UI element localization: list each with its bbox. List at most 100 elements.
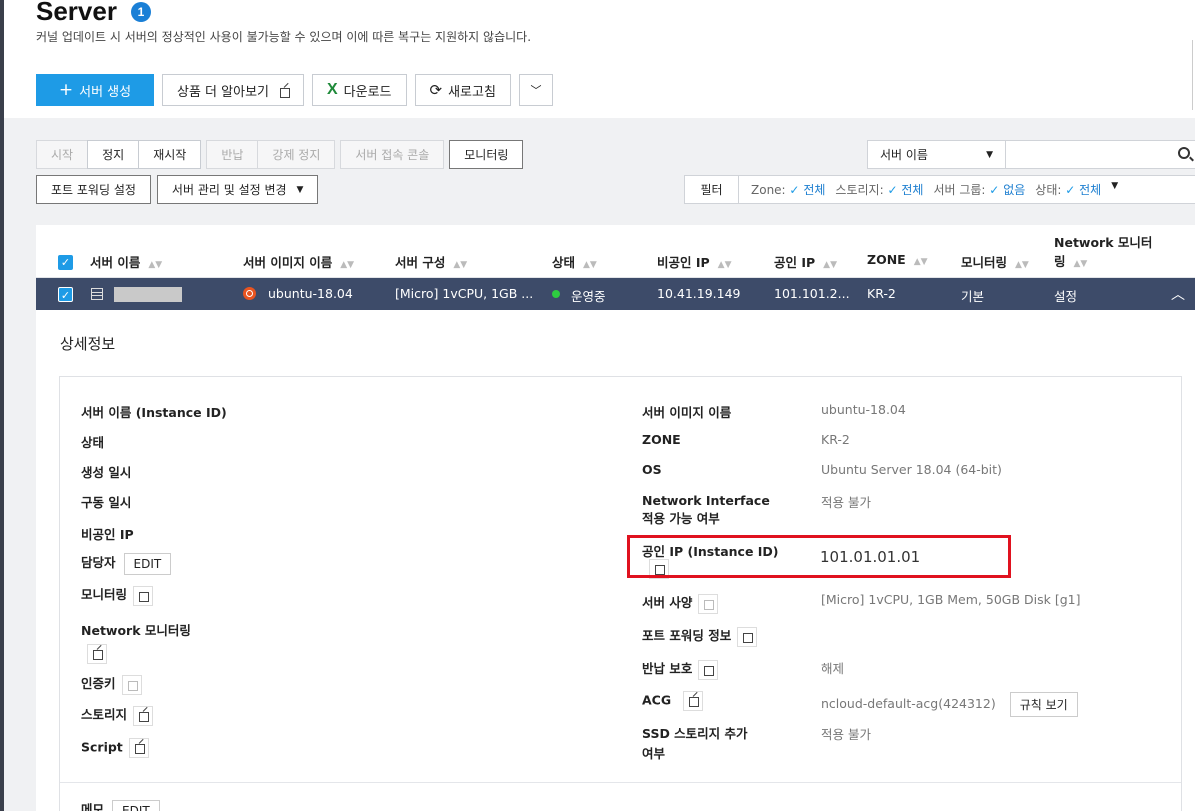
highlight-box (627, 535, 1011, 578)
col-network-monitoring[interactable]: Network 모니터 링 ▲▼ (1054, 233, 1152, 274)
copy-icon[interactable] (698, 593, 719, 614)
col-monitoring[interactable]: 모니터링 ▲▼ (961, 252, 1029, 271)
page-subtitle: 커널 업데이트 시 서버의 정상적인 사용이 불가능할 수 있으며 이에 따른 … (36, 30, 532, 44)
sort-icon: ▲▼ (148, 260, 163, 270)
stop-button[interactable]: 정지 (87, 140, 140, 169)
copy-icon[interactable] (698, 659, 719, 680)
filter-bar[interactable]: 필터 Zone: ✓ 전체 스토리지: ✓ 전체 서버 그룹: ✓ 없음 상태:… (684, 175, 1195, 204)
manager-edit-button[interactable]: EDIT (123, 552, 172, 575)
copy-icon[interactable] (133, 585, 154, 606)
row-monitoring: 기본 (961, 289, 985, 304)
restart-button[interactable]: 재시작 (138, 140, 202, 169)
external-link-icon[interactable] (87, 643, 107, 664)
sort-icon: ▲▼ (717, 260, 732, 270)
label-os: OS (642, 462, 662, 477)
memo-divider (60, 782, 1181, 783)
memo-edit-button[interactable]: EDIT (112, 799, 160, 811)
label-spec: 서버 사양 (642, 592, 719, 614)
search-field-select[interactable]: 서버 이름 ▼ (868, 141, 1006, 168)
check-icon: ✓ (1065, 183, 1076, 197)
external-link-icon[interactable] (683, 691, 704, 711)
more-dropdown-button[interactable]: ﹀ (518, 74, 553, 106)
label-storage: 스토리지 (81, 704, 154, 726)
refresh-button[interactable]: ⟳ 새로고침 (414, 74, 511, 106)
col-public-ip[interactable]: 공인 IP ▲▼ (774, 252, 837, 271)
value-spec: [Micro] 1vCPU, 1GB Mem, 50GB Disk [g1] (821, 592, 1081, 607)
caret-down-icon: ▼ (296, 184, 304, 195)
force-stop-button[interactable]: 강제 정지 (257, 140, 336, 169)
value-ssd: 적용 불가 (821, 727, 871, 742)
col-spec[interactable]: 서버 구성 ▲▼ (395, 252, 467, 271)
value-zone: KR-2 (821, 432, 850, 447)
port-forwarding-button[interactable]: 포트 포워딩 설정 (36, 175, 151, 204)
filter-caret-icon[interactable]: ▼ (1111, 181, 1118, 198)
label-port-forwarding: 포트 포워딩 정보 (642, 625, 758, 647)
scroll-divider (1192, 40, 1193, 110)
filter-server-group[interactable]: 서버 그룹: ✓ 없음 (933, 181, 1025, 198)
filter-status[interactable]: 상태: ✓ 전체 (1035, 181, 1101, 198)
row-status: 운영중 (571, 289, 606, 304)
row-public-ip: 101.101.2... (774, 286, 850, 301)
return-button[interactable]: 반납 (206, 140, 259, 169)
label-ssd: SSD 스토리지 추가 여부 (642, 726, 748, 761)
create-server-button[interactable]: + 서버 생성 (36, 74, 154, 106)
copy-icon[interactable] (121, 674, 142, 695)
check-icon: ✓ (887, 183, 898, 197)
label-memo: 메모 EDIT (81, 799, 160, 811)
select-all-checkbox[interactable]: ✓ (58, 255, 73, 270)
search-bar: 서버 이름 ▼ (867, 140, 1195, 169)
col-server-name[interactable]: 서버 이름 ▲▼ (90, 252, 162, 271)
page-header: Server 1 커널 업데이트 시 서버의 정상적인 사용이 불가능할 수 있… (4, 0, 1195, 118)
start-button[interactable]: 시작 (36, 140, 89, 169)
label-net-monitoring: Network 모니터링 (81, 620, 191, 664)
server-icon (91, 288, 103, 300)
label-image: 서버 이미지 이름 (642, 405, 732, 420)
help-badge[interactable]: 1 (131, 2, 151, 22)
detail-title: 상세정보 (60, 335, 116, 353)
caret-down-icon: ▼ (986, 149, 993, 160)
col-private-ip[interactable]: 비공인 IP ▲▼ (657, 252, 732, 271)
external-link-icon[interactable] (133, 705, 154, 726)
label-manager: 담당자 EDIT (81, 552, 172, 575)
row-zone: KR-2 (867, 286, 896, 301)
row-net-monitoring[interactable]: 설정 (1054, 286, 1077, 305)
row-image: ubuntu-18.04 (268, 286, 353, 301)
detail-box: 서버 이름 (Instance ID) 상태 생성 일시 구동 일시 비공인 I… (59, 376, 1182, 811)
row-checkbox[interactable]: ✓ (58, 287, 73, 302)
filter-storage[interactable]: 스토리지: ✓ 전체 (835, 181, 923, 198)
monitoring-button[interactable]: 모니터링 (449, 140, 524, 169)
filter-zone[interactable]: Zone: ✓ 전체 (751, 181, 825, 198)
col-image-name[interactable]: 서버 이미지 이름 ▲▼ (243, 252, 354, 271)
external-link-icon[interactable] (128, 738, 149, 758)
sort-icon: ▲▼ (340, 260, 355, 270)
label-auth-key: 인증키 (81, 673, 142, 695)
value-os: Ubuntu Server 18.04 (64-bit) (821, 462, 1002, 477)
sort-icon: ▲▼ (1015, 260, 1029, 270)
acg-rules-button[interactable]: 규칙 보기 (1009, 692, 1078, 717)
label-server-name: 서버 이름 (Instance ID) (81, 405, 227, 420)
collapse-chevron-icon[interactable]: ︿ (1171, 284, 1185, 304)
label-monitoring: 모니터링 (81, 584, 154, 606)
value-image: ubuntu-18.04 (821, 402, 906, 417)
label-return-protection: 반납 보호 (642, 658, 719, 680)
label-created: 생성 일시 (81, 465, 132, 480)
server-table: ✓ 서버 이름 ▲▼ 서버 이미지 이름 ▲▼ 서버 구성 ▲▼ 상태 ▲▼ 비공인 I… (36, 225, 1195, 811)
sort-icon: ▲▼ (913, 257, 928, 267)
col-status[interactable]: 상태 ▲▼ (552, 252, 597, 271)
download-button[interactable]: X 다운로드 (312, 74, 407, 106)
row-private-ip: 10.41.19.149 (657, 286, 741, 301)
col-zone[interactable]: ZONE ▲▼ (867, 252, 928, 267)
search-icon[interactable] (1178, 147, 1190, 159)
console-button[interactable]: 서버 접속 콘솔 (340, 140, 445, 169)
filter-items: Zone: ✓ 전체 스토리지: ✓ 전체 서버 그룹: ✓ 없음 상태: ✓ … (739, 181, 1118, 198)
copy-icon[interactable] (737, 626, 758, 647)
label-script: Script (81, 738, 149, 758)
label-private-ip: 비공인 IP (81, 527, 134, 542)
row-spec: [Micro] 1vCPU, 1GB ... (395, 286, 534, 301)
server-manage-dropdown[interactable]: 서버 관리 및 설정 변경 ▼ (156, 175, 319, 204)
top-actions: + 서버 생성 상품 더 알아보기 X 다운로드 ⟳ 새로고침 ﹀ (36, 74, 553, 106)
refresh-icon: ⟳ (429, 81, 443, 99)
search-input[interactable] (1006, 141, 1195, 168)
learn-more-button[interactable]: 상품 더 알아보기 (162, 74, 304, 106)
table-row-selected[interactable]: ✓ ubuntu-18.04 [Micro] 1vCPU, 1GB ... 운영… (36, 278, 1195, 310)
